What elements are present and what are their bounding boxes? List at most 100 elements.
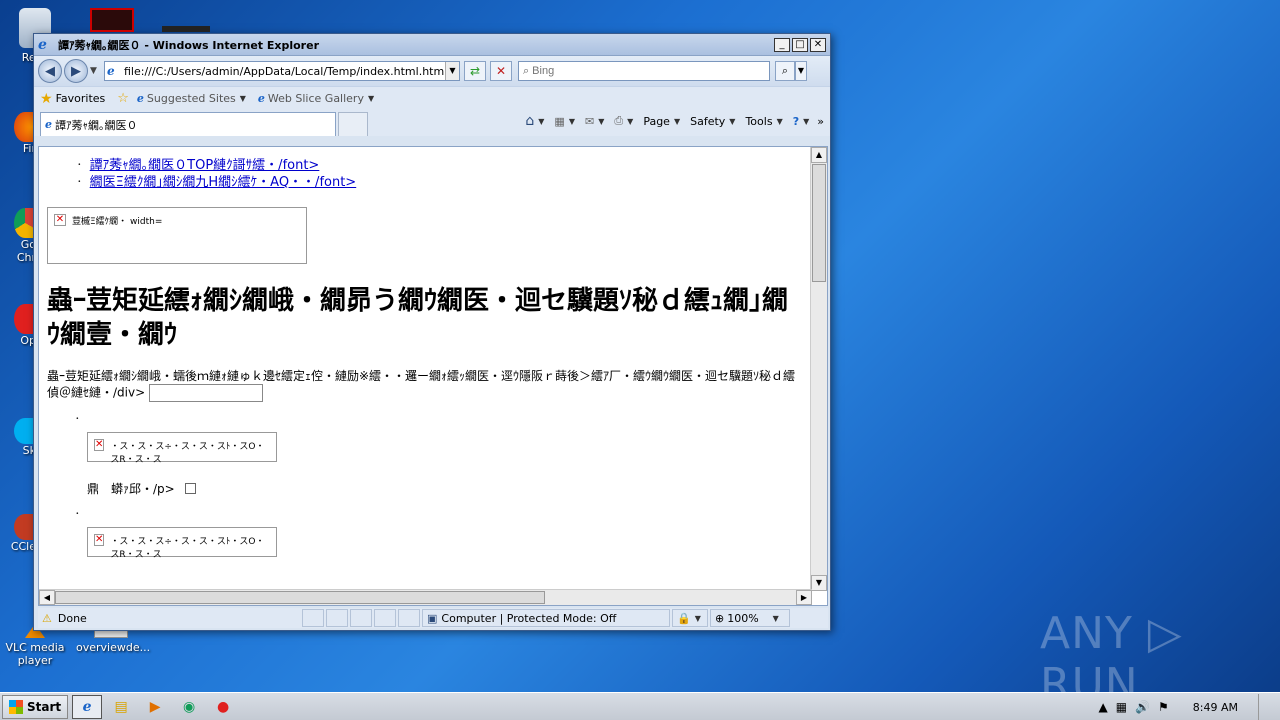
page-paragraph: 蟲ｰ荳矩延繧ｫ繝ｼ繝峨・蠕後ｍ縺ｫ縺ゅｋ邊ｾ繧定ｪ倥・縺励※繧・・邏ー繝ｫ繧ｯ繝… — [47, 368, 797, 402]
broken-image-alt: 荳槭Ξ繧ｹ繝・ width= — [72, 217, 163, 227]
help-icon[interactable]: ? ▼ — [793, 115, 810, 128]
desktop-icon-partial[interactable] — [90, 8, 134, 32]
zoom-icon: ⊕ — [715, 611, 725, 625]
web-slice-gallery-label: Web Slice Gallery — [267, 92, 364, 105]
search-dropdown-icon[interactable]: ▼ — [795, 61, 807, 81]
desktop-icon-firefox[interactable]: Fir — [0, 112, 36, 155]
action-center-flag-icon[interactable]: ⚑ — [1158, 700, 1169, 714]
bing-icon: ⌕ — [523, 64, 530, 77]
ie-page-icon: e — [257, 92, 265, 105]
favorites-label: Favorites — [55, 92, 106, 105]
link-list: 譚ｱ莠ｬ繝｡繝医０TOP縺ｸ謌ｻ繧・/font> 繝医Ξ繧ｸ繝｣繝ｼ繝九Η繝ｼ繧… — [77, 157, 811, 191]
scroll-down-icon[interactable]: ▼ — [811, 575, 827, 591]
taskbar-media-player-icon[interactable]: ▶ — [140, 695, 170, 719]
list-item: 譚ｱ莠ｬ繝｡繝医０TOP縺ｸ謌ｻ繧・/font> — [77, 157, 811, 174]
chevron-down-icon: ▼ — [772, 613, 779, 623]
windows-logo-icon — [9, 699, 23, 714]
taskbar: Start e ▤ ▶ ◉ ● ▲ ▦ 🔊 ⚑ 8:49 AM — [0, 692, 1280, 720]
checkbox[interactable] — [184, 483, 196, 494]
top-link[interactable]: 譚ｱ莠ｬ繝｡繝医０TOP縺ｸ謌ｻ繧・/font> — [90, 158, 320, 173]
network-icon[interactable]: ▦ — [1116, 700, 1127, 714]
favorites-bar: ★ Favorites ☆ e Suggested Sites ▼ e Web … — [34, 86, 830, 110]
broken-image-icon: ✕ — [94, 439, 105, 451]
url-text[interactable]: file:///C:/Users/admin/AppData/Local/Tem… — [124, 65, 445, 78]
home-icon[interactable]: ⌂ ▼ — [525, 113, 544, 129]
page-viewport: 譚ｱ莠ｬ繝｡繝医０TOP縺ｸ謌ｻ繧・/font> 繝医Ξ繧ｸ繝｣繝ｼ繝九Η繝ｼ繧… — [38, 146, 828, 606]
tab-current[interactable]: e 譚ｱ莠ｬ繝｡繝医０ — [40, 112, 336, 136]
more-chevron-icon[interactable]: » — [817, 115, 824, 128]
stop-button[interactable]: ✕ — [490, 61, 512, 81]
broken-image: ✕ ・ス・ス・ス÷・ス・ス・スﾄ・スO・スR・ス・ス — [87, 432, 277, 465]
broken-image: ✕ ・ス・ス・ス÷・ス・ス・スﾄ・スO・スR・ス・ス — [87, 527, 277, 560]
start-button[interactable]: Start — [2, 694, 69, 719]
search-input[interactable] — [532, 65, 769, 77]
show-desktop-button[interactable] — [1258, 694, 1270, 720]
favorites-button[interactable]: ★ Favorites — [40, 91, 105, 107]
scroll-up-icon[interactable]: ▲ — [811, 147, 827, 163]
status-text: Done — [57, 611, 87, 625]
list-item: 繝医Ξ繧ｸ繝｣繝ｼ繝九Η繝ｼ繧ｹ・AQ・・/font> — [77, 174, 811, 191]
safety-menu[interactable]: Safety ▼ — [690, 115, 735, 128]
back-button[interactable]: ◀ — [38, 59, 62, 83]
scroll-left-icon[interactable]: ◀ — [39, 590, 55, 605]
ie-page-icon: e — [136, 92, 144, 105]
zone-segment[interactable]: ▣ Computer | Protected Mode: Off — [422, 609, 670, 627]
protected-mode-icon[interactable]: 🔒 ▼ — [672, 609, 708, 627]
history-dropdown-icon[interactable]: ▼ — [90, 66, 100, 76]
chevron-down-icon: ▼ — [367, 94, 375, 103]
status-segment — [374, 609, 396, 627]
desktop-icon-ccleaner[interactable]: CCle — [0, 514, 36, 553]
taskbar-ie-icon[interactable]: e — [72, 694, 103, 719]
page-menu[interactable]: Page ▼ — [643, 115, 680, 128]
news-link[interactable]: 繝医Ξ繧ｸ繝｣繝ｼ繝九Η繝ｼ繧ｹ・AQ・・/font> — [90, 175, 357, 190]
print-icon[interactable]: ⎙ ▼ — [614, 114, 633, 128]
window-titlebar[interactable]: e 譚ｱ莠ｬ繝｡繝医０ - Windows Internet Explorer … — [34, 34, 830, 56]
text-input[interactable] — [148, 384, 263, 402]
maximize-button[interactable]: □ — [792, 37, 808, 52]
broken-image-alt: ・ス・ス・ス÷・ス・ス・スﾄ・スO・スR・ス・ス — [110, 537, 265, 560]
close-button[interactable]: ✕ — [810, 37, 826, 52]
search-box[interactable]: ⌕ — [518, 61, 770, 81]
bullet-marker: · — [75, 412, 80, 427]
minimize-button[interactable]: _ — [774, 37, 790, 52]
star-icon: ★ — [40, 90, 53, 107]
page-menu-label: Page — [643, 114, 670, 128]
url-field[interactable]: e file:///C:/Users/admin/AppData/Local/T… — [104, 61, 460, 81]
list-item: ✕ ・ス・ス・ス÷・ス・ス・スﾄ・スO・スR・ス・ス 鼎 蟒ｧ邱・/p> — [87, 432, 811, 497]
desktop-icon-skype[interactable]: Sk — [0, 418, 36, 457]
vertical-scrollbar[interactable]: ▲ ▼ — [810, 147, 827, 591]
new-tab-button[interactable] — [338, 112, 368, 136]
horizontal-scroll-thumb[interactable] — [55, 591, 545, 604]
web-slice-gallery-link[interactable]: e Web Slice Gallery ▼ — [258, 92, 374, 105]
refresh-button[interactable]: ⇄ — [464, 61, 486, 81]
feeds-icon[interactable]: ▦ ▼ — [554, 115, 575, 128]
start-label: Start — [27, 699, 62, 714]
tools-menu[interactable]: Tools ▼ — [745, 115, 782, 128]
taskbar-explorer-icon[interactable]: ▤ — [106, 695, 136, 719]
search-icon[interactable]: ⌕ — [775, 61, 795, 81]
horizontal-scrollbar[interactable]: ◀ ▶ — [39, 589, 812, 605]
zoom-level: 100% — [727, 611, 759, 625]
tray-expand-icon[interactable]: ▲ — [1098, 700, 1107, 714]
ie-window[interactable]: e 譚ｱ莠ｬ繝｡繝医０ - Windows Internet Explorer … — [33, 33, 831, 631]
volume-icon[interactable]: 🔊 — [1135, 700, 1150, 714]
desktop-icon-partial[interactable] — [162, 26, 210, 32]
suggested-sites-link[interactable]: e Suggested Sites ▼ — [137, 92, 246, 105]
taskbar-chrome-icon[interactable]: ◉ — [174, 695, 204, 719]
add-favorite-icon[interactable]: ☆ — [117, 91, 129, 106]
url-dropdown-icon[interactable]: ▼ — [445, 62, 459, 80]
taskbar-opera-icon[interactable]: ● — [208, 695, 238, 719]
broken-image-alt: ・ス・ス・ス÷・ス・ス・スﾄ・スO・スR・ス・ス — [110, 442, 265, 465]
scroll-right-icon[interactable]: ▶ — [796, 590, 812, 605]
clock[interactable]: 8:49 AM — [1193, 701, 1238, 714]
desktop-icon-chrome[interactable]: Go Chr — [0, 208, 36, 264]
mail-icon[interactable]: ✉ ▼ — [585, 115, 604, 128]
desktop-icon-opera[interactable]: Op — [0, 304, 36, 347]
broken-image: ✕ 荳槭Ξ繧ｹ繝・ width= — [47, 207, 307, 264]
zoom-control[interactable]: ⊕ 100% ▼ — [710, 609, 790, 627]
broken-image-icon: ✕ — [54, 214, 66, 226]
status-segment — [350, 609, 372, 627]
forward-button[interactable]: ▶ — [64, 59, 88, 83]
chevron-down-icon: ▼ — [239, 94, 246, 103]
vertical-scroll-thumb[interactable] — [812, 164, 826, 282]
